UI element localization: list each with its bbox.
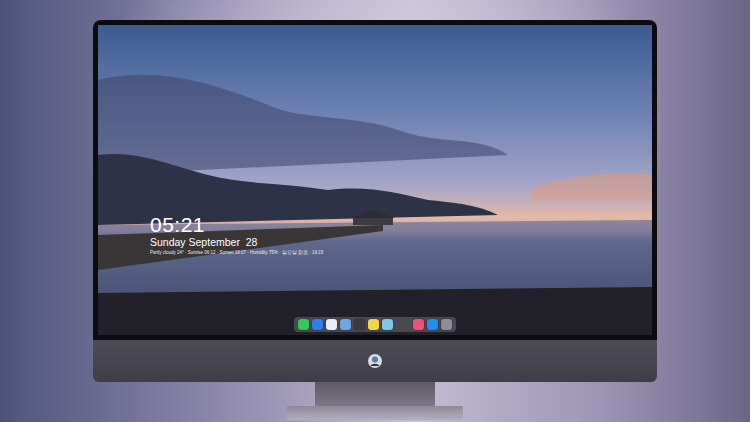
monitor-neck <box>315 382 435 406</box>
app-icon[interactable] <box>298 319 309 330</box>
clock-time: 05:21 <box>150 213 652 236</box>
app-icon[interactable] <box>427 319 438 330</box>
app-icon[interactable] <box>441 319 452 330</box>
monitor-mockup: 05:21 Sunday September 28 Partly cloudy … <box>0 0 750 422</box>
app-icon[interactable] <box>368 319 379 330</box>
info-line: Partly cloudy 24° · Sunrise 06:12 · Suns… <box>150 250 652 256</box>
brand-logo-icon <box>367 353 383 369</box>
app-icon[interactable] <box>326 319 337 330</box>
clock-date: Sunday September 28 <box>150 236 652 250</box>
lock-clock: 05:21 Sunday September 28 Partly cloudy … <box>98 25 652 256</box>
app-icon[interactable] <box>340 319 351 330</box>
monitor-bezel: 05:21 Sunday September 28 Partly cloudy … <box>93 20 657 340</box>
app-icon[interactable] <box>312 319 323 330</box>
app-icon[interactable] <box>382 319 393 330</box>
dock <box>294 317 456 332</box>
app-icon[interactable] <box>354 319 365 330</box>
app-icon[interactable] <box>413 319 424 330</box>
wallpaper-photo <box>98 25 652 335</box>
monitor-chin <box>93 340 657 382</box>
monitor-base <box>287 406 463 420</box>
screen: 05:21 Sunday September 28 Partly cloudy … <box>98 25 652 335</box>
